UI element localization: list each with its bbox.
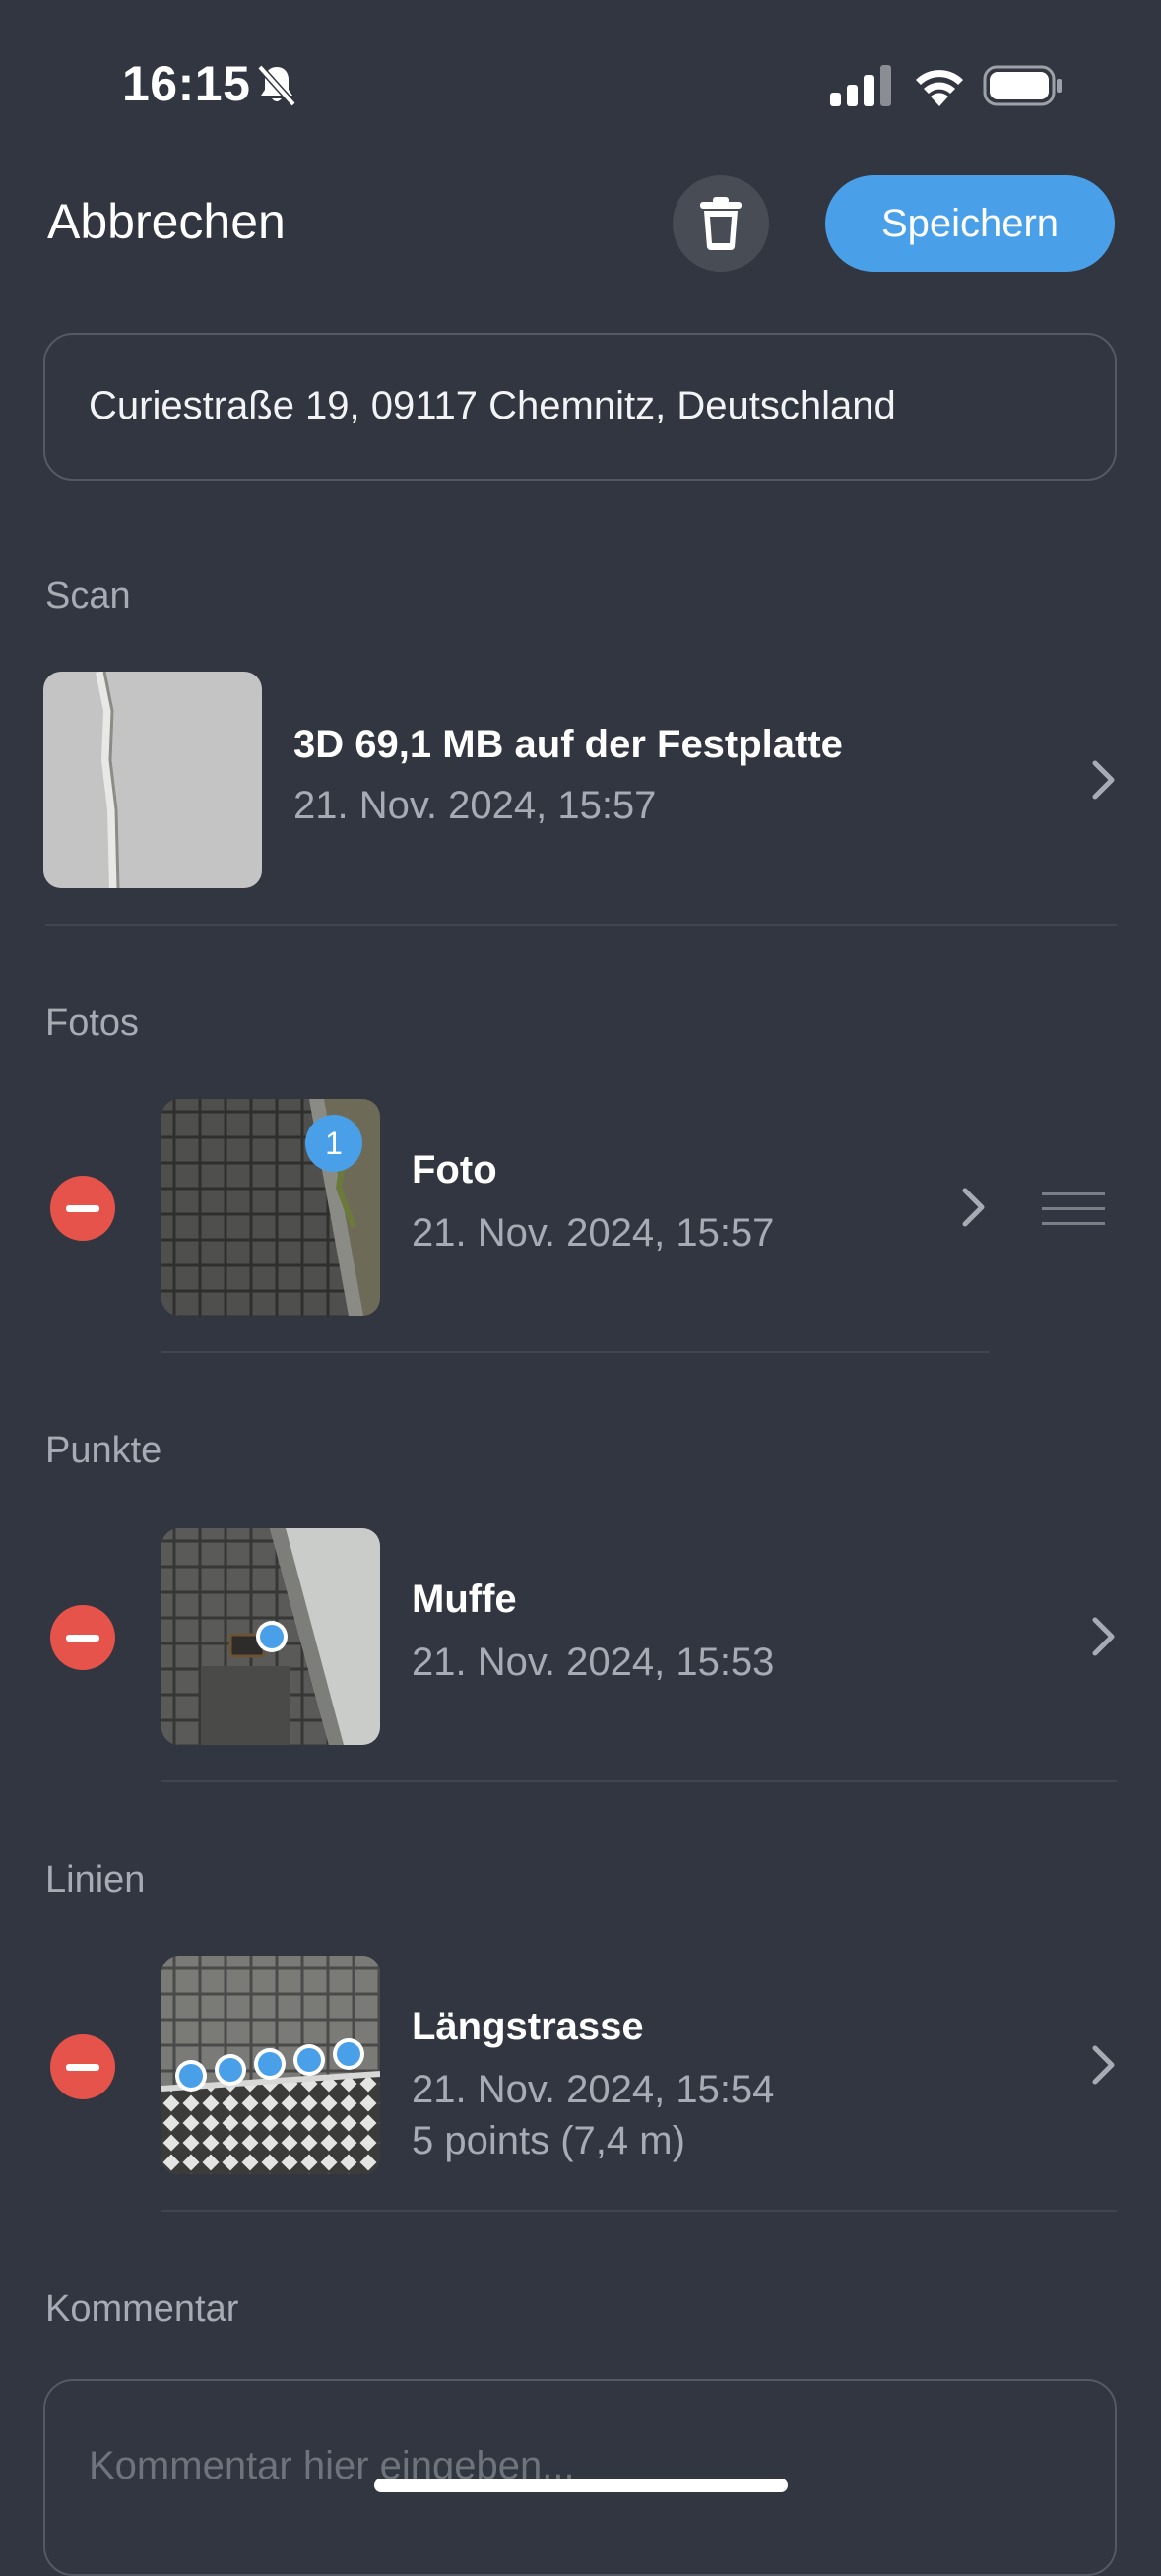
reorder-handle-icon[interactable] — [1042, 1192, 1105, 1226]
line-thumbnail — [161, 1956, 380, 2174]
scan-title: 3D 69,1 MB auf der Festplatte — [293, 723, 843, 766]
cancel-button[interactable]: Abbrechen — [47, 193, 286, 250]
chevron-right-icon — [962, 1188, 985, 1227]
point-row[interactable]: Muffe 21. Nov. 2024, 15:53 — [161, 1528, 1117, 1745]
photo-row[interactable]: 1 Foto 21. Nov. 2024, 15:57 — [161, 1099, 1004, 1316]
section-title-photos: Fotos — [45, 1002, 140, 1044]
home-indicator[interactable] — [374, 2479, 788, 2492]
divider — [161, 1351, 989, 1353]
line-date: 21. Nov. 2024, 15:54 — [412, 2068, 775, 2111]
section-title-points: Punkte — [45, 1430, 162, 1471]
line-row[interactable]: Längstrasse 21. Nov. 2024, 15:54 5 point… — [161, 1956, 1117, 2174]
remove-point-button[interactable] — [50, 1605, 115, 1670]
battery-icon — [983, 65, 1062, 106]
save-button[interactable]: Speichern — [825, 175, 1115, 272]
photo-order-badge: 1 — [305, 1115, 362, 1172]
photo-date: 21. Nov. 2024, 15:57 — [412, 1211, 775, 1255]
silent-bell-icon — [257, 64, 296, 107]
photo-title: Foto — [412, 1148, 497, 1191]
wifi-icon — [916, 70, 963, 106]
remove-line-button[interactable] — [50, 2034, 115, 2099]
point-title: Muffe — [412, 1578, 517, 1621]
chevron-right-icon — [1092, 2045, 1115, 2085]
address-text: Curiestraße 19, 09117 Chemnitz, Deutschl… — [89, 384, 896, 427]
divider — [161, 2210, 1117, 2212]
cellular-signal-icon — [830, 65, 891, 106]
address-field[interactable]: Curiestraße 19, 09117 Chemnitz, Deutschl… — [43, 333, 1117, 481]
line-title: Längstrasse — [412, 2005, 644, 2048]
point-date: 21. Nov. 2024, 15:53 — [412, 1641, 775, 1684]
divider — [45, 924, 1117, 926]
comment-input[interactable]: Kommentar hier eingeben... — [43, 2379, 1117, 2576]
line-detail: 5 points (7,4 m) — [412, 2119, 685, 2162]
chevron-right-icon — [1092, 1617, 1115, 1656]
delete-button[interactable] — [673, 175, 769, 272]
trash-icon — [700, 197, 742, 250]
chevron-right-icon — [1092, 760, 1115, 800]
section-title-lines: Linien — [45, 1859, 146, 1900]
scan-row[interactable]: 3D 69,1 MB auf der Festplatte 21. Nov. 2… — [43, 672, 1117, 888]
scan-thumbnail — [43, 672, 262, 888]
remove-photo-button[interactable] — [50, 1176, 115, 1241]
section-title-scan: Scan — [45, 575, 131, 616]
section-title-comment: Kommentar — [45, 2288, 239, 2330]
divider — [161, 1780, 1117, 1782]
point-thumbnail — [161, 1528, 380, 1745]
status-time: 16:15 — [122, 56, 251, 111]
scan-date: 21. Nov. 2024, 15:57 — [293, 784, 657, 827]
